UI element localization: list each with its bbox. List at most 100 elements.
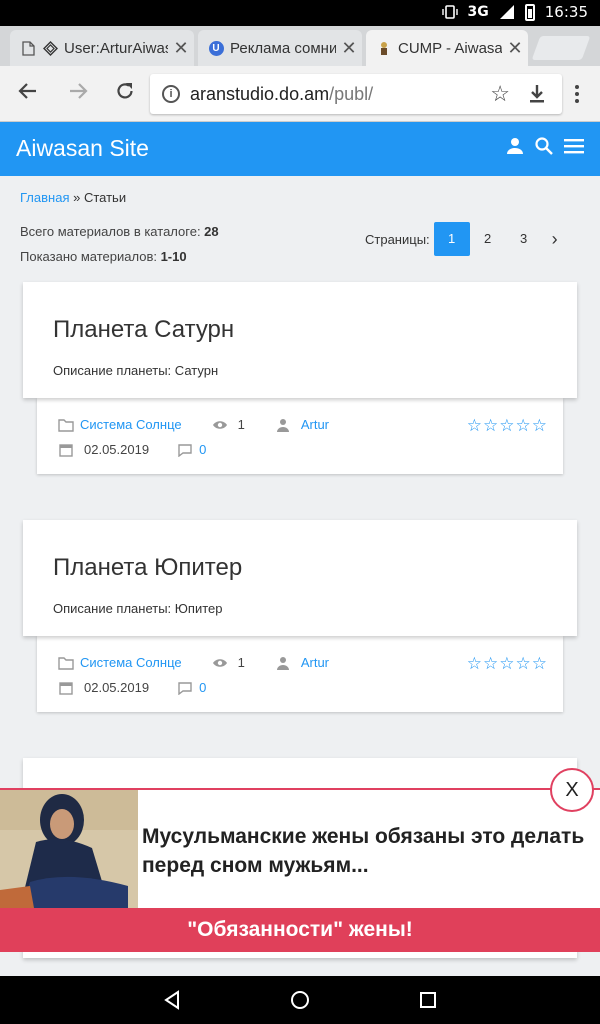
- breadcrumb-home-link[interactable]: Главная: [20, 190, 69, 205]
- star-icon[interactable]: ☆: [467, 654, 482, 674]
- ad-close-button[interactable]: X: [550, 768, 594, 812]
- eye-icon: [212, 658, 227, 667]
- total-value: 28: [204, 224, 219, 239]
- reload-button[interactable]: [111, 80, 139, 108]
- pagination: Страницы: 1 2 3 ›: [365, 222, 568, 256]
- article-card: Планета Юпитер Описание планеты: Юпитер: [23, 520, 577, 636]
- url-domain: aranstudio.do.am: [190, 83, 330, 104]
- shown-label: Показано материалов:: [20, 249, 161, 264]
- article-date: 02.05.2019: [84, 680, 150, 695]
- page-3-button[interactable]: 3: [506, 222, 542, 256]
- address-bar[interactable]: i aranstudio.do.am/publ/ ☆: [150, 74, 562, 114]
- article-meta: Система Солнце 1 Artur 02.05.2019 0 ☆ ☆ ☆ ☆…: [37, 398, 563, 474]
- star-icon[interactable]: ☆: [516, 416, 531, 436]
- calendar-icon: [59, 443, 73, 457]
- site-title[interactable]: Aiwasan Site: [16, 135, 149, 162]
- article-description: Описание планеты: Юпитер: [53, 601, 223, 616]
- network-type: 3G: [467, 4, 489, 20]
- tab-strip: User:ArturAiwas ✕ U Реклама сомни ✕ CUMP…: [0, 26, 600, 66]
- tab-title: Реклама сомни: [230, 39, 336, 57]
- browser-menu-icon[interactable]: [572, 80, 582, 108]
- bookmark-star-icon[interactable]: ☆: [490, 81, 510, 107]
- clock: 16:35: [544, 3, 588, 21]
- star-icon[interactable]: ☆: [483, 654, 498, 674]
- category-link[interactable]: Система Солнце: [80, 417, 182, 432]
- close-tab-icon[interactable]: ✕: [168, 37, 194, 59]
- url-text[interactable]: aranstudio.do.am/publ/: [190, 84, 490, 105]
- folder-icon: [58, 656, 74, 670]
- tab-ads[interactable]: U Реклама сомни ✕: [198, 30, 362, 66]
- eye-icon: [212, 420, 227, 429]
- article-title[interactable]: Планета Сатурн: [53, 316, 234, 344]
- star-icon[interactable]: ☆: [483, 416, 498, 436]
- browser-toolbar: i aranstudio.do.am/publ/ ☆: [0, 66, 600, 122]
- breadcrumb-current: Статьи: [83, 190, 127, 205]
- new-tab-button[interactable]: [531, 36, 591, 60]
- article-title[interactable]: Планета Юпитер: [53, 554, 242, 582]
- view-count: 1: [237, 655, 245, 670]
- author-icon: [276, 656, 289, 670]
- star-icon[interactable]: ☆: [499, 416, 514, 436]
- reload-icon: [117, 83, 133, 99]
- tab-user[interactable]: User:ArturAiwas ✕: [10, 30, 194, 66]
- hamburger-menu-icon[interactable]: [564, 138, 584, 154]
- rating-stars[interactable]: ☆ ☆ ☆ ☆ ☆: [467, 416, 547, 436]
- star-icon[interactable]: ☆: [499, 654, 514, 674]
- back-nav-icon[interactable]: [160, 988, 184, 1012]
- tab-title: CUMP - Aiwasan: [398, 39, 502, 57]
- article-meta: Система Солнце 1 Artur 02.05.2019 0 ☆ ☆ ☆ ☆…: [37, 636, 563, 712]
- comments-link[interactable]: 0: [199, 680, 206, 695]
- article-date: 02.05.2019: [84, 442, 150, 457]
- url-path: /publ/: [329, 83, 374, 104]
- tab-cump[interactable]: CUMP - Aiwasan ✕: [366, 30, 528, 66]
- article-card: Планета Сатурн Описание планеты: Сатурн: [23, 282, 577, 398]
- ad-cta-button[interactable]: "Обязанности" жены!: [0, 908, 600, 952]
- page-icon: [20, 40, 36, 56]
- star-icon[interactable]: ☆: [516, 654, 531, 674]
- star-icon[interactable]: ☆: [467, 416, 482, 436]
- calendar-icon: [59, 681, 73, 695]
- comment-icon: [178, 443, 192, 457]
- close-tab-icon[interactable]: ✕: [336, 37, 362, 59]
- pagination-label: Страницы:: [365, 231, 430, 247]
- battery-icon: [524, 3, 535, 21]
- back-arrow-icon: [18, 83, 36, 99]
- breadcrumb: Главная » Статьи: [20, 190, 126, 205]
- breadcrumb-separator: »: [69, 190, 84, 205]
- view-count: 1: [237, 417, 245, 432]
- u-badge-icon: U: [208, 40, 224, 56]
- tab-title: User:ArturAiwas: [64, 39, 168, 57]
- rating-stars[interactable]: ☆ ☆ ☆ ☆ ☆: [467, 654, 547, 674]
- search-icon[interactable]: [534, 136, 554, 156]
- author-icon: [276, 418, 289, 432]
- ad-body[interactable]: Мусульманские жены обязаны это делать пе…: [0, 790, 600, 908]
- info-icon[interactable]: i: [162, 85, 180, 103]
- catalog-totals: Всего материалов в каталоге: 28 Показано…: [20, 219, 219, 269]
- vibrate-icon: [441, 5, 458, 19]
- folder-icon: [58, 418, 74, 432]
- star-icon[interactable]: ☆: [532, 654, 547, 674]
- category-link[interactable]: Система Солнце: [80, 655, 182, 670]
- ad-headline[interactable]: Мусульманские жены обязаны это делать пе…: [142, 822, 592, 880]
- system-navigation-bar: [0, 976, 600, 1024]
- comments-link[interactable]: 0: [199, 442, 206, 457]
- recents-nav-icon[interactable]: [416, 988, 440, 1012]
- total-label: Всего материалов в каталоге:: [20, 224, 205, 239]
- comment-icon: [178, 681, 192, 695]
- star-icon[interactable]: ☆: [532, 416, 547, 436]
- author-link[interactable]: Artur: [301, 655, 329, 670]
- page-2-button[interactable]: 2: [470, 222, 506, 256]
- next-page-button[interactable]: ›: [542, 222, 568, 256]
- ad-image[interactable]: [0, 790, 138, 908]
- author-link[interactable]: Artur: [301, 417, 329, 432]
- download-icon[interactable]: [528, 84, 546, 104]
- ad-banner[interactable]: Мусульманские жены обязаны это делать пе…: [0, 768, 600, 952]
- signal-icon: [499, 5, 514, 19]
- page-1-button[interactable]: 1: [433, 222, 470, 256]
- user-icon[interactable]: [506, 137, 524, 155]
- home-nav-icon[interactable]: [288, 988, 312, 1012]
- forward-button[interactable]: [64, 80, 92, 108]
- status-bar: 3G 16:35: [0, 0, 600, 26]
- back-button[interactable]: [14, 80, 42, 108]
- close-tab-icon[interactable]: ✕: [502, 37, 528, 59]
